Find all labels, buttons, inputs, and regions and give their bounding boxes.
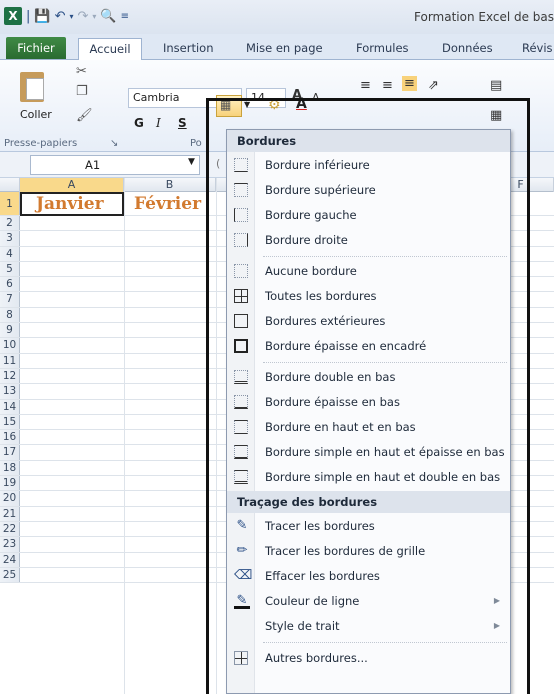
row-header[interactable]: 2 bbox=[0, 216, 20, 231]
row-header[interactable]: 3 bbox=[0, 231, 20, 246]
underline-button[interactable]: S bbox=[178, 116, 187, 136]
annotation-frame bbox=[206, 98, 530, 694]
customize-qat-icon[interactable]: ≡ bbox=[121, 11, 129, 22]
redo-dropdown-icon[interactable]: ▾ bbox=[92, 12, 96, 21]
align-bottom-icon[interactable]: ≡ bbox=[402, 76, 417, 91]
select-all-corner[interactable] bbox=[0, 178, 20, 192]
italic-button[interactable]: I bbox=[156, 116, 161, 136]
row-header[interactable]: 23 bbox=[0, 537, 20, 552]
align-top-icon[interactable]: ≡ bbox=[360, 78, 371, 93]
excel-logo-icon[interactable]: X bbox=[4, 7, 22, 25]
tab-mise-en-page[interactable]: Mise en page bbox=[246, 38, 323, 60]
tab-insertion[interactable]: Insertion bbox=[163, 38, 214, 60]
window-title: Formation Excel de base [M bbox=[414, 10, 554, 24]
row-header[interactable]: 12 bbox=[0, 368, 20, 384]
copy-icon[interactable]: ❐ bbox=[76, 84, 88, 99]
column-header-b[interactable]: B bbox=[124, 178, 216, 192]
row-header[interactable]: 6 bbox=[0, 277, 20, 292]
cell-b1[interactable]: Février bbox=[134, 192, 201, 216]
paste-button[interactable]: Coller bbox=[20, 108, 52, 121]
row-header[interactable]: 25 bbox=[0, 567, 20, 583]
font-group-label: Po bbox=[190, 138, 202, 149]
row-header[interactable]: 22 bbox=[0, 521, 20, 537]
row-header[interactable]: 21 bbox=[0, 506, 20, 521]
row-header[interactable]: 11 bbox=[0, 353, 20, 368]
tab-donnees[interactable]: Données bbox=[442, 38, 493, 60]
save-icon[interactable]: 💾 bbox=[34, 9, 50, 24]
redo-icon[interactable]: ↷ bbox=[78, 9, 89, 24]
row-header[interactable]: 14 bbox=[0, 399, 20, 414]
wrap-text-icon[interactable]: ▤ bbox=[490, 78, 502, 93]
clipboard-group-label: Presse-papiers bbox=[4, 138, 78, 149]
align-middle-icon[interactable]: ≡ bbox=[382, 78, 393, 93]
title-bar: X | 💾 ↶ ▾ ↷ ▾ 🔍 ≡ Formation Excel de bas… bbox=[0, 0, 554, 34]
paste-icon[interactable] bbox=[18, 68, 48, 104]
row-header[interactable]: 20 bbox=[0, 491, 20, 506]
namebox-dropdown-icon[interactable]: ▼ bbox=[188, 157, 195, 167]
row-header[interactable]: 1 bbox=[0, 192, 20, 215]
row-header[interactable]: 17 bbox=[0, 445, 20, 460]
row-header[interactable]: 9 bbox=[0, 323, 20, 338]
column-header-a[interactable]: A bbox=[20, 178, 124, 192]
name-box[interactable]: A1 bbox=[30, 155, 200, 175]
row-header[interactable]: 18 bbox=[0, 460, 20, 476]
print-preview-icon[interactable]: 🔍 bbox=[100, 9, 116, 24]
separator-icon: | bbox=[26, 8, 31, 24]
undo-dropdown-icon[interactable]: ▾ bbox=[69, 12, 73, 21]
row-header[interactable]: 8 bbox=[0, 307, 20, 323]
clipboard-launcher-icon[interactable]: ↘ bbox=[110, 138, 118, 149]
cut-icon[interactable]: ✂ bbox=[76, 64, 87, 79]
format-painter-icon[interactable]: 🖌 bbox=[76, 108, 93, 123]
row-header[interactable]: 10 bbox=[0, 338, 20, 353]
row-header[interactable]: 16 bbox=[0, 430, 20, 445]
ribbon-tabs: Fichier Accueil Insertion Mise en page F… bbox=[0, 34, 554, 60]
row-header[interactable]: 7 bbox=[0, 292, 20, 307]
row-header[interactable]: 13 bbox=[0, 384, 20, 399]
bold-button[interactable]: G bbox=[134, 116, 144, 136]
tab-revision[interactable]: Révis bbox=[522, 38, 553, 60]
cell-a1[interactable]: Janvier bbox=[36, 192, 104, 216]
orientation-icon[interactable]: ⇗ bbox=[428, 78, 439, 93]
row-header[interactable]: 19 bbox=[0, 476, 20, 491]
quick-access-toolbar: X | 💾 ↶ ▾ ↷ ▾ 🔍 ≡ bbox=[4, 7, 129, 25]
row-header[interactable]: 5 bbox=[0, 261, 20, 277]
tab-accueil[interactable]: Accueil bbox=[78, 38, 142, 60]
tab-formules[interactable]: Formules bbox=[356, 38, 409, 60]
undo-icon[interactable]: ↶ bbox=[55, 9, 66, 24]
tab-fichier[interactable]: Fichier bbox=[6, 37, 66, 59]
row-header[interactable]: 4 bbox=[0, 246, 20, 261]
row-header[interactable]: 15 bbox=[0, 414, 20, 430]
row-header[interactable]: 24 bbox=[0, 552, 20, 567]
